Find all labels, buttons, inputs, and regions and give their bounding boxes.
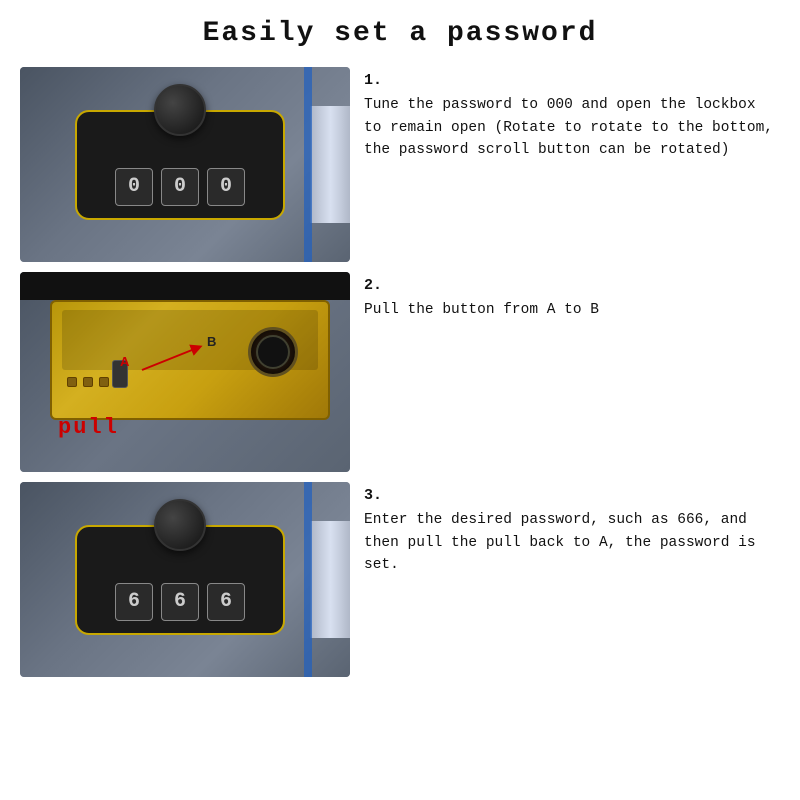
step-1-image: 0 0 0: [20, 67, 350, 262]
step-2-text: 2. Pull the button from A to B: [364, 272, 780, 322]
arrow-ab-icon: [132, 340, 212, 380]
step-3-image: 6 6 6: [20, 482, 350, 677]
steps-container: 0 0 0 1. Tune the password to 000 and op…: [20, 67, 780, 677]
step-3-text: 3. Enter the desired password, such as 6…: [364, 482, 780, 577]
step-2-image: A B pull: [20, 272, 350, 472]
step-1-text: 1. Tune the password to 000 and open the…: [364, 67, 780, 162]
step-row-1: 0 0 0 1. Tune the password to 000 and op…: [20, 67, 780, 262]
label-a: A: [120, 354, 129, 369]
step-2-number: 2.: [364, 274, 780, 297]
page: Easily set a password 0: [0, 0, 800, 800]
step-row-3: 6 6 6 3. Enter the desired password, suc…: [20, 482, 780, 677]
step-1-number: 1.: [364, 69, 780, 92]
step-3-number: 3.: [364, 484, 780, 507]
pull-label: pull: [58, 415, 119, 440]
step-row-2: A B pull: [20, 272, 780, 472]
page-title: Easily set a password: [203, 18, 598, 49]
